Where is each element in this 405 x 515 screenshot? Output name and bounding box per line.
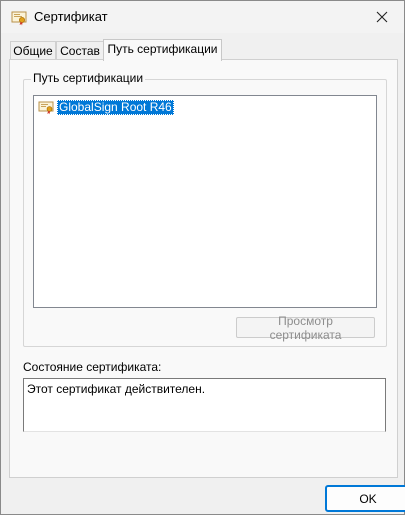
view-certificate-button[interactable]: Просмотр сертификата <box>236 314 375 342</box>
ok-button[interactable]: OK <box>325 485 405 512</box>
tab-details[interactable]: Состав <box>56 41 104 61</box>
certificate-status-box[interactable]: Этот сертификат действителен. <box>23 378 386 432</box>
certificate-dialog: Сертификат Общие Состав Путь сертификаци… <box>0 0 405 515</box>
tree-item-root-cert[interactable]: GlobalSign Root R46 <box>38 99 174 115</box>
window-title: Сертификат <box>34 9 108 24</box>
title-bar: Сертификат <box>1 1 404 33</box>
certificate-icon <box>38 99 54 115</box>
tree-item-label: GlobalSign Root R46 <box>57 99 174 115</box>
close-icon <box>376 11 388 23</box>
certificate-status-text: Этот сертификат действителен. <box>27 382 206 396</box>
tab-certification-path[interactable]: Путь сертификации <box>103 39 222 61</box>
group-label: Путь сертификации <box>31 71 146 85</box>
close-button[interactable] <box>360 1 404 33</box>
certificate-icon <box>11 10 27 26</box>
tab-general[interactable]: Общие <box>10 41 56 61</box>
certification-path-group: Путь сертификации GlobalSign Root R46 Пр… <box>23 71 387 347</box>
tab-panel: Путь сертификации GlobalSign Root R46 Пр… <box>9 59 398 478</box>
certificate-status-label: Состояние сертификата: <box>23 360 162 374</box>
tab-strip: Общие Состав Путь сертификации <box>10 39 395 61</box>
certification-path-tree[interactable]: GlobalSign Root R46 <box>33 95 377 308</box>
